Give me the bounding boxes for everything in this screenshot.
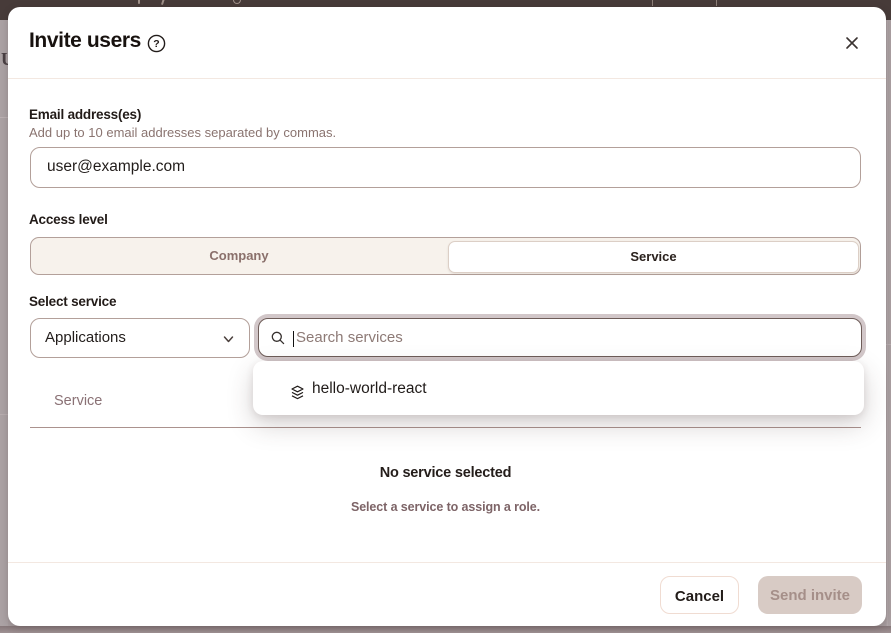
svg-text:?: ? [153,38,159,50]
